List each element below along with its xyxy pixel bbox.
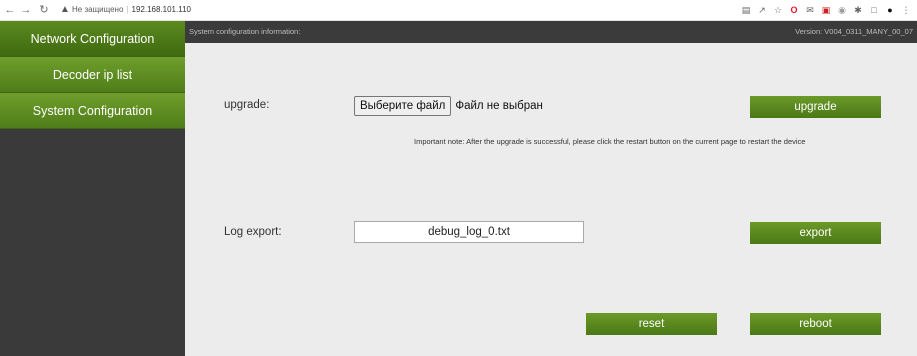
reset-button[interactable]: reset bbox=[586, 313, 717, 335]
sidebar-item-system-configuration[interactable]: System Configuration bbox=[0, 93, 185, 129]
version-label: Version: V004_0311_MANY_00_07 bbox=[795, 27, 913, 36]
header-bar: System configuration information: Versio… bbox=[185, 21, 917, 43]
opera-icon[interactable]: O bbox=[789, 3, 799, 17]
share-icon[interactable]: ↗ bbox=[757, 3, 767, 17]
sidebar-item-decoder-ip-list[interactable]: Decoder ip list bbox=[0, 57, 185, 93]
screenshot-icon[interactable]: ▣ bbox=[821, 3, 831, 17]
star-icon[interactable]: ☆ bbox=[773, 3, 783, 17]
browser-toolbar: ← → ↻ ▲ Не защищено | 192.168.101.110 ▤ ↗ … bbox=[0, 0, 917, 21]
choose-file-button[interactable]: Выберите файл bbox=[354, 96, 452, 116]
upgrade-button[interactable]: upgrade bbox=[750, 96, 881, 118]
file-picker: Выберите файл Файл не выбран bbox=[354, 95, 543, 117]
reboot-button[interactable]: reboot bbox=[750, 313, 881, 335]
dot-icon[interactable]: ◉ bbox=[837, 3, 847, 17]
mail-icon[interactable]: ✉ bbox=[805, 3, 815, 17]
translate-icon[interactable]: ▤ bbox=[741, 3, 751, 17]
back-icon[interactable]: ← bbox=[4, 3, 16, 17]
sidebar-item-network-configuration[interactable]: Network Configuration bbox=[0, 21, 185, 57]
url-text: 192.168.101.110 bbox=[131, 5, 191, 14]
profile-icon[interactable]: ● bbox=[885, 3, 895, 17]
security-label: Не защищено bbox=[72, 5, 124, 14]
main-content: upgrade: Выберите файл Файл не выбран up… bbox=[185, 43, 917, 356]
sidebar: Network Configuration Decoder ip list Sy… bbox=[0, 21, 185, 356]
page-title: System configuration information: bbox=[189, 27, 301, 36]
upgrade-note: Important note: After the upgrade is suc… bbox=[414, 137, 806, 146]
menu-icon[interactable]: ⋮ bbox=[901, 3, 911, 17]
forward-icon[interactable]: → bbox=[20, 3, 32, 17]
puzzle-icon[interactable]: ✱ bbox=[853, 3, 863, 17]
extension-bar: ▤ ↗ ☆ O ✉ ▣ ◉ ✱ □ ● ⋮ bbox=[741, 3, 911, 17]
log-export-label: Log export: bbox=[224, 226, 282, 238]
upgrade-label: upgrade: bbox=[224, 99, 270, 111]
export-button[interactable]: export bbox=[750, 222, 881, 244]
reload-icon[interactable]: ↻ bbox=[38, 3, 50, 17]
address-bar[interactable]: Не защищено | 192.168.101.110 bbox=[72, 3, 191, 17]
log-filename-input[interactable] bbox=[354, 221, 584, 243]
warning-icon[interactable]: ▲ bbox=[59, 3, 71, 17]
file-status: Файл не выбран bbox=[455, 100, 543, 112]
sidebar-icon[interactable]: □ bbox=[869, 3, 879, 17]
